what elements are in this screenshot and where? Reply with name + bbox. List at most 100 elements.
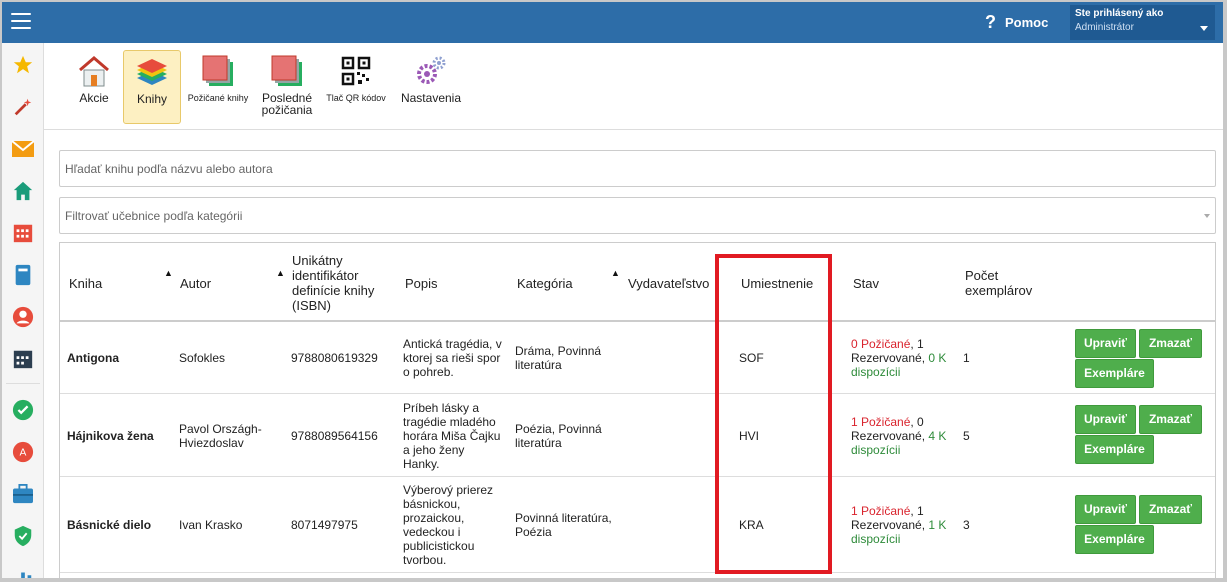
popis-line: publicistickou — [403, 539, 475, 553]
chevron-down-icon — [1204, 214, 1210, 218]
copies-button[interactable]: Exempláre — [1075, 435, 1154, 464]
stav-reserved: Rezervované, — [851, 518, 929, 532]
briefcase-icon[interactable] — [11, 482, 35, 506]
edit-button[interactable]: Upraviť — [1075, 495, 1136, 524]
row-divider — [60, 393, 1215, 394]
tool-label: Požičané knihy — [187, 93, 249, 103]
popis-line: Hanky. — [403, 457, 440, 471]
stav-available-label: dispozícii — [851, 443, 901, 457]
copies-button[interactable]: Exempláre — [1075, 359, 1154, 388]
module-toolbar: Akcie Knihy Požičané knihy Posledné poži… — [44, 43, 1223, 130]
cell-kategoria: Poézia, Povinná literatúra — [515, 422, 602, 450]
header-umiestnenie[interactable]: Umiestnenie — [741, 276, 813, 291]
header-kategoria[interactable]: Kategória — [517, 276, 573, 291]
cell-kniha: Básnické dielo — [67, 518, 152, 532]
popis-line: Výberový prierez — [403, 483, 494, 497]
kategoria-line: Povinná literatúra, — [515, 511, 612, 525]
popis-line: o pohreb. — [403, 365, 454, 379]
check-icon[interactable] — [11, 398, 35, 422]
stav-borrowed: 1 Požičané — [851, 504, 911, 518]
header-divider — [60, 320, 1215, 322]
tool-nastavenia[interactable]: Nastavenia — [394, 50, 468, 124]
delete-button[interactable]: Zmazať — [1139, 405, 1202, 434]
stav-available: 1 K — [928, 518, 947, 532]
search-input[interactable]: Hľadať knihu podľa názvu alebo autora — [59, 150, 1216, 187]
house-icon — [79, 56, 109, 87]
popis-line: tvorbou. — [403, 553, 447, 567]
header-popis[interactable]: Popis — [405, 276, 438, 291]
header-autor[interactable]: Autor — [180, 276, 211, 291]
stav-line1: 0 Požičané, 1 — [851, 337, 946, 351]
grade-icon[interactable]: A — [11, 440, 35, 464]
book-icon[interactable] — [11, 263, 35, 287]
popis-line: Antická tragédia, v — [403, 337, 502, 351]
tool-tlac-qr[interactable]: Tlač QR kódov — [324, 50, 388, 124]
popis-line: básnickou, — [403, 497, 461, 511]
popis-line: horára Miša Čajku — [403, 429, 501, 443]
tool-knihy[interactable]: Knihy — [123, 50, 181, 124]
tool-akcie[interactable]: Akcie — [68, 50, 120, 124]
header-pocet[interactable]: Počet exemplárov — [965, 268, 1032, 298]
chart-icon[interactable] — [11, 566, 35, 578]
popis-line: ktorej sa rieši spor — [403, 351, 501, 365]
magic-wand-icon[interactable] — [11, 95, 35, 119]
category-filter-select[interactable]: Filtrovať učebnice podľa kategórii — [59, 197, 1216, 234]
cell-autor: Sofokles — [179, 351, 226, 365]
stav-line2: Rezervované, 0 K — [851, 351, 946, 365]
sort-icon[interactable]: ▲ — [611, 268, 620, 278]
cell-stav: 1 Požičané, 1 Rezervované, 1 K dispozíci… — [851, 504, 946, 546]
cell-autor: Pavol Országh- Hviezdoslav — [179, 422, 262, 450]
home-icon[interactable] — [11, 179, 35, 203]
help-label: Pomoc — [1005, 15, 1049, 30]
recent-loans-icon — [271, 55, 302, 86]
user-label: Ste prihlásený ako — [1075, 8, 1164, 19]
header-kniha[interactable]: Kniha — [69, 276, 102, 291]
help-link[interactable]: ? Pomoc — [985, 12, 1048, 33]
tool-posledne-pozicania[interactable]: Posledné požičania — [257, 50, 317, 124]
tool-label: Nastavenia — [400, 91, 462, 105]
mail-icon[interactable] — [11, 137, 35, 161]
user-icon[interactable] — [11, 305, 35, 329]
cell-stav: 1 Požičané, 0 Rezervované, 4 K dispozíci… — [851, 415, 946, 457]
schedule-icon[interactable] — [11, 347, 35, 371]
edit-button[interactable]: Upraviť — [1075, 405, 1136, 434]
sort-icon[interactable]: ▲ — [276, 268, 285, 278]
stav-available-label: dispozícii — [851, 365, 901, 379]
stav-available-label: dispozícii — [851, 532, 901, 546]
edit-button[interactable]: Upraviť — [1075, 329, 1136, 358]
delete-button[interactable]: Zmazať — [1139, 495, 1202, 524]
tool-pozicane-knihy[interactable]: Požičané knihy — [186, 50, 250, 124]
header-isbn-line4: (ISBN) — [292, 298, 331, 313]
header-isbn[interactable]: Unikátny identifikátor definície knihy (… — [292, 253, 374, 313]
header-vydavatelstvo[interactable]: Vydavateľstvo — [628, 276, 709, 291]
cell-isbn: 8071497975 — [291, 518, 358, 532]
popis-line: prozaickou, — [403, 511, 465, 525]
kategoria-line: literatúra — [515, 436, 562, 450]
copies-button[interactable]: Exempláre — [1075, 525, 1154, 554]
stav-borrowed: 1 Požičané — [851, 415, 911, 429]
kategoria-line: Poézia — [515, 525, 552, 539]
tool-label: Knihy — [136, 92, 168, 106]
stav-reserved: Rezervované, — [851, 429, 929, 443]
cell-pocet: 5 — [963, 429, 970, 443]
sort-icon[interactable]: ▲ — [164, 268, 173, 278]
tool-label-line2: požičania — [261, 103, 313, 117]
cell-pocet: 1 — [963, 351, 970, 365]
shield-icon[interactable] — [11, 524, 35, 548]
gears-icon — [417, 56, 446, 84]
books-stack-icon — [137, 59, 167, 85]
header-isbn-line2: identifikátor — [292, 268, 359, 283]
user-menu[interactable]: Ste prihlásený ako Administrátor — [1070, 5, 1215, 40]
calendar-icon[interactable] — [11, 221, 35, 245]
chevron-down-icon — [1200, 26, 1208, 31]
user-name: Administrátor — [1075, 22, 1134, 33]
cell-kategoria: Dráma, Povinná literatúra — [515, 344, 601, 372]
cell-isbn: 9788089564156 — [291, 429, 378, 443]
delete-button[interactable]: Zmazať — [1139, 329, 1202, 358]
stav-available: 4 K — [928, 429, 947, 443]
svg-text:A: A — [20, 448, 27, 459]
star-icon[interactable] — [11, 53, 35, 77]
autor-line: Pavol Országh- — [179, 422, 262, 436]
header-stav[interactable]: Stav — [853, 276, 879, 291]
menu-icon[interactable] — [11, 13, 31, 29]
